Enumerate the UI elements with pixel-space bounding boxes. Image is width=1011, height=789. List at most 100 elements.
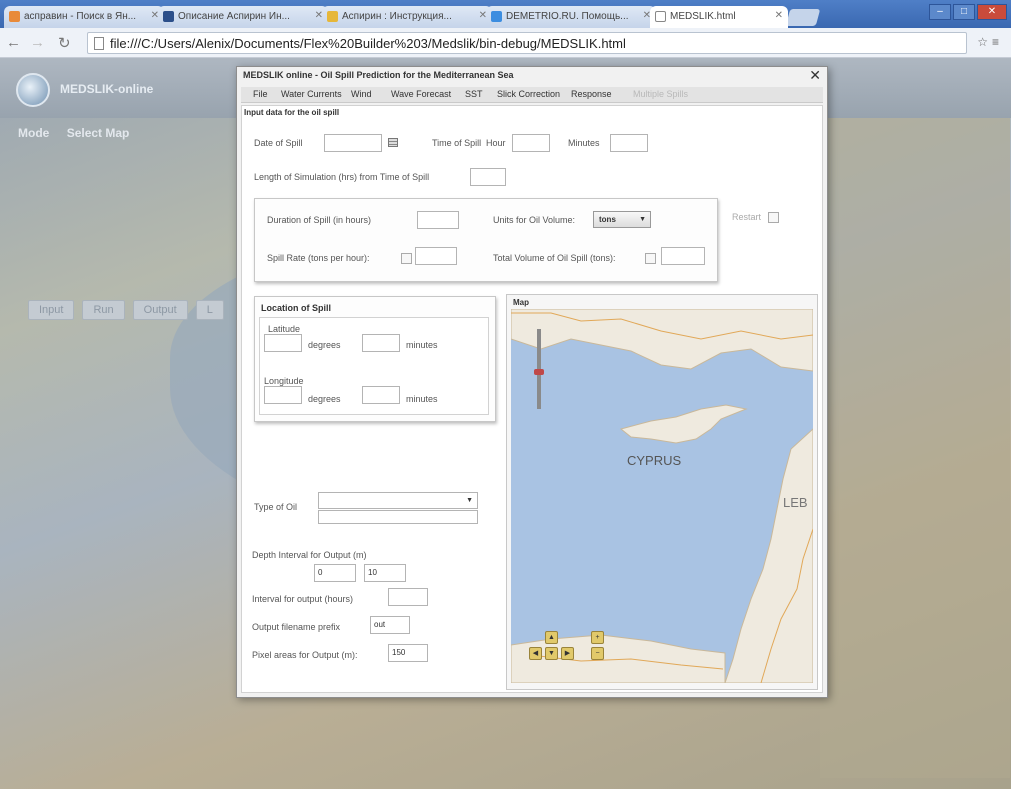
browser-tab-2[interactable]: Описание Аспирин Ин... ✕ [158,6,328,28]
pan-up-icon[interactable]: ▲ [545,631,558,644]
app-logo-text: MEDSLIK-online [60,82,154,96]
tab-favicon-icon [9,11,20,22]
output-prefix-input[interactable]: out [370,616,410,634]
hour-input[interactable] [512,134,550,152]
simulation-length-input[interactable] [470,168,506,186]
menu-water-currents[interactable]: Water Currents [281,89,342,99]
type-of-oil-select[interactable]: ▼ [318,492,478,509]
depth-interval-label: Depth Interval for Output (m) [252,550,367,560]
type-of-oil-list[interactable] [318,510,478,524]
section-title: Input data for the oil spill [244,108,340,117]
pan-left-icon[interactable]: ◀ [529,647,542,660]
browser-tab-active[interactable]: MEDSLIK.html ✕ [650,6,788,28]
menu-wave-forecast[interactable]: Wave Forecast [391,89,451,99]
depth-from-input[interactable]: 0 [314,564,356,582]
duration-input[interactable] [417,211,459,229]
map-label-cyprus: CYPRUS [627,453,682,468]
browser-tab-bar: асправин - Поиск в Ян... ✕ Описание Аспир… [0,0,1011,28]
map-panel: Map CYPRUS LEB ▲ ◀ ▼ ▶ + − [506,294,818,690]
new-tab-button[interactable] [785,9,821,26]
tab-favicon-icon [491,11,502,22]
zoom-slider[interactable] [534,329,544,409]
close-icon[interactable]: ✕ [775,10,783,21]
address-bar: ← → ↻ file:///C:/Users/Alenix/Documents/… [0,28,1011,58]
pan-down-icon[interactable]: ▼ [545,647,558,660]
zoom-out-icon[interactable]: − [591,647,604,660]
restart-checkbox[interactable] [768,212,779,223]
menu-response[interactable]: Response [571,89,612,99]
map-view[interactable]: CYPRUS LEB [511,309,813,683]
location-panel: Location of Spill Latitude degrees minut… [254,296,496,422]
longitude-degrees-input[interactable] [264,386,302,404]
spill-rate-label: Spill Rate (tons per hour): [267,253,370,263]
total-volume-checkbox[interactable] [645,253,656,264]
minutes-label: Minutes [568,138,600,148]
side-buttons: Input Run Output L [28,300,224,320]
menu-mode[interactable]: Mode [18,126,49,140]
zoom-slider-knob[interactable] [534,369,544,375]
spill-rate-input[interactable] [415,247,457,265]
window-close-icon[interactable]: ✕ [977,4,1007,20]
menu-sst[interactable]: SST [465,89,483,99]
longitude-degrees-label: degrees [308,394,341,404]
pixel-areas-input[interactable]: 150 [388,644,428,662]
latitude-degrees-label: degrees [308,340,341,350]
browser-tab-1[interactable]: асправин - Поиск в Ян... ✕ [4,6,164,28]
bookmark-star-icon[interactable]: ☆≡ [977,35,1003,49]
units-volume-label: Units for Oil Volume: [493,215,576,225]
output-button[interactable]: Output [132,300,188,320]
type-of-oil-label: Type of Oil [254,502,298,512]
total-volume-input[interactable] [661,247,705,265]
background-land [820,118,1010,778]
zoom-in-icon[interactable]: + [591,631,604,644]
longitude-minutes-input[interactable] [362,386,400,404]
run-button[interactable]: Run [82,300,125,320]
duration-label: Duration of Spill (in hours) [267,215,372,225]
browser-tab-3[interactable]: Аспирин : Инструкция... ✕ [322,6,492,28]
simulation-length-label: Length of Simulation (hrs) from Time of … [254,172,430,182]
spill-volume-panel: Duration of Spill (in hours) Units for O… [254,198,718,282]
output-prefix-label: Output filename prefix [252,622,341,632]
menu-file[interactable]: File [253,89,268,99]
dialog-title: MEDSLIK online - Oil Spill Prediction fo… [243,70,514,80]
menu-wind[interactable]: Wind [351,89,372,99]
input-button[interactable]: Input [28,300,75,320]
menu-multiple-spills[interactable]: Multiple Spills [633,89,688,99]
browser-tab-4[interactable]: DEMETRIO.RU. Помощь... ✕ [486,6,656,28]
latitude-minutes-input[interactable] [362,334,400,352]
more-button[interactable]: L [195,300,224,320]
longitude-label: Longitude [264,376,304,386]
latitude-label: Latitude [268,324,301,334]
window-controls: – □ ✕ [929,4,1007,20]
latitude-minutes-label: minutes [406,340,438,350]
url-input[interactable]: file:///C:/Users/Alenix/Documents/Flex%2… [87,32,967,54]
depth-to-input[interactable]: 10 [364,564,406,582]
menu-slick-correction[interactable]: Slick Correction [497,89,560,99]
date-of-spill-input[interactable] [324,134,382,152]
minutes-input[interactable] [610,134,648,152]
tab-favicon-icon [327,11,338,22]
oil-spill-dialog: MEDSLIK online - Oil Spill Prediction fo… [236,66,828,698]
page-icon [94,37,104,50]
spill-rate-checkbox[interactable] [401,253,412,264]
medslik-logo-icon [16,73,50,107]
interval-output-input[interactable] [388,588,428,606]
time-of-spill-label: Time of Spill [432,138,482,148]
latitude-degrees-input[interactable] [264,334,302,352]
date-of-spill-label: Date of Spill [254,138,303,148]
dialog-menubar: File Water Currents Wind Wave Forecast S… [241,87,823,103]
dialog-close-icon[interactable]: ✕ [809,67,821,84]
map-label: Map [513,298,529,307]
units-volume-select[interactable]: tons ▼ [593,211,651,228]
restart-label: Restart [732,212,762,222]
back-arrow-icon[interactable]: ← [6,34,21,51]
reload-icon[interactable]: ↻ [58,34,71,52]
maximize-icon[interactable]: □ [953,4,975,20]
calendar-icon[interactable] [388,138,398,147]
forward-arrow-icon[interactable]: → [30,34,45,51]
interval-output-label: Interval for output (hours) [252,594,354,604]
minimize-icon[interactable]: – [929,4,951,20]
hour-label: Hour [486,138,506,148]
menu-select-map[interactable]: Select Map [67,126,130,140]
pan-right-icon[interactable]: ▶ [561,647,574,660]
